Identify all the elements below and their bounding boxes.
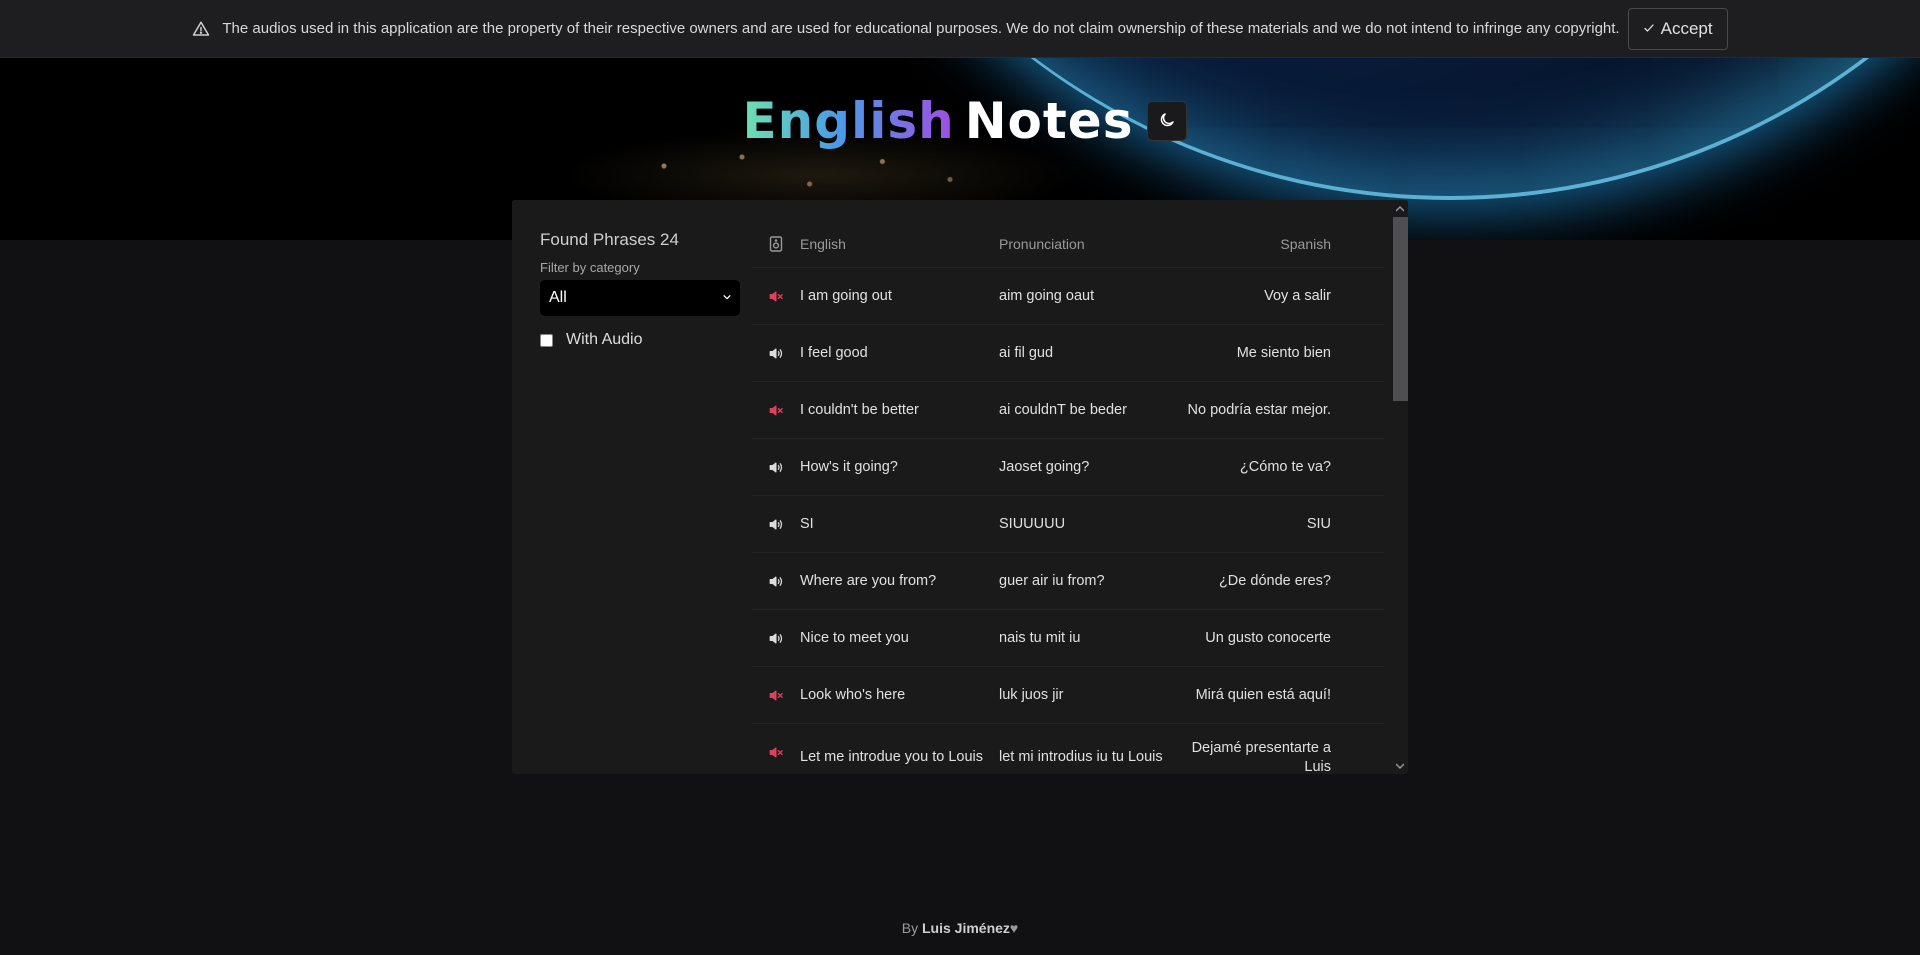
vertical-scrollbar[interactable] [1391, 200, 1408, 774]
cell-english: Nice to meet you [800, 630, 909, 646]
scroll-down-arrow[interactable] [1391, 757, 1408, 774]
category-select[interactable]: All [540, 280, 740, 316]
filter-label: Filter by category [540, 260, 640, 275]
table-row: I couldn't be better ai couldnT be beder… [752, 382, 1384, 439]
cell-pronunciation: ai couldnT be beder [999, 402, 1127, 418]
found-phrases-count: Found Phrases 24 [540, 230, 679, 249]
audio-muted-icon[interactable] [752, 689, 800, 702]
audio-muted-icon[interactable] [752, 404, 800, 417]
banner-message: The audios used in this application are … [222, 20, 1620, 37]
phrases-table: English Pronunciation Spanish I am going… [752, 220, 1384, 774]
accept-label: Accept [1660, 18, 1713, 38]
cell-pronunciation: Jaoset going? [999, 459, 1090, 475]
header-spanish: Spanish [1280, 235, 1331, 252]
scroll-up-arrow[interactable] [1391, 200, 1408, 217]
filter-sidebar: Found Phrases 24 Filter by category All … [540, 230, 742, 349]
table-row: Let me introdue you to Louis let mi intr… [752, 724, 1384, 774]
cell-english: I feel good [800, 345, 868, 361]
cell-spanish: Me siento bien [1236, 345, 1331, 361]
cell-spanish: Dejamé presentarte a Luis [1191, 739, 1331, 775]
table-row: I am going out aim going oaut Voy a sali… [752, 268, 1384, 325]
category-select-value: All [549, 289, 567, 306]
audio-play-icon[interactable] [752, 347, 800, 360]
header-english: English [800, 235, 846, 252]
table-row: Where are you from? guer air iu from? ¿D… [752, 553, 1384, 610]
cell-english: Look who's here [800, 687, 906, 703]
title-notes: Notes [964, 92, 1134, 150]
cell-english: I am going out [800, 288, 892, 304]
table-row: How's it going? Jaoset going? ¿Cómo te v… [752, 439, 1384, 496]
cell-pronunciation: guer air iu from? [999, 573, 1105, 589]
warning-triangle-icon [192, 20, 210, 38]
audio-muted-icon[interactable] [752, 290, 800, 303]
cell-spanish: Mirá quien está aquí! [1195, 687, 1331, 703]
table-row: Nice to meet you nais tu mit iu Un gusto… [752, 610, 1384, 667]
table-row: I feel good ai fil gud Me siento bien [752, 325, 1384, 382]
cell-pronunciation: nais tu mit iu [999, 630, 1081, 646]
cell-english: How's it going? [800, 459, 898, 475]
footer: By Luis Jiménez♥ [0, 920, 1920, 936]
check-icon [1643, 19, 1655, 39]
cell-spanish: ¿Cómo te va? [1239, 459, 1331, 475]
cell-spanish: Voy a salir [1264, 288, 1331, 304]
chevron-down-icon [722, 289, 732, 307]
cell-english: Where are you from? [800, 573, 937, 589]
cell-english: Let me introdue you to Louis [800, 749, 983, 765]
theme-toggle-button[interactable] [1147, 101, 1188, 141]
cell-english: SI [800, 516, 814, 532]
cell-spanish: SIU [1306, 516, 1331, 532]
cell-pronunciation: luk juos jir [999, 687, 1064, 703]
cookie-banner: The audios used in this application are … [0, 0, 1920, 58]
audio-play-icon[interactable] [752, 575, 800, 588]
accept-button[interactable]: Accept [1627, 7, 1728, 50]
page-title: English Notes [743, 92, 1134, 150]
cell-english: I couldn't be better [800, 402, 919, 418]
with-audio-label: With Audio [566, 331, 643, 348]
phrases-card: Found Phrases 24 Filter by category All … [512, 200, 1408, 774]
header-pronunciation: Pronunciation [999, 235, 1085, 252]
header: English Notes [0, 92, 1920, 150]
with-audio-checkbox[interactable] [540, 333, 553, 347]
moon-icon [1158, 111, 1176, 132]
audio-play-icon[interactable] [752, 632, 800, 645]
cell-spanish: Un gusto conocerte [1205, 630, 1331, 646]
with-audio-filter[interactable]: With Audio [540, 331, 742, 349]
footer-prefix: By [901, 920, 919, 936]
scrollbar-thumb[interactable] [1393, 217, 1408, 401]
table-header: English Pronunciation Spanish [752, 220, 1384, 268]
audio-muted-icon[interactable] [752, 746, 800, 759]
audio-play-icon[interactable] [752, 461, 800, 474]
audio-file-icon [752, 235, 800, 252]
table-row: Look who's here luk juos jir Mirá quien … [752, 667, 1384, 724]
cell-pronunciation: let mi introdius iu tu Louis [999, 749, 1163, 765]
cell-pronunciation: ai fil gud [999, 345, 1054, 361]
footer-author: Luis Jiménez [922, 920, 1010, 936]
table-body: I am going out aim going oaut Voy a sali… [752, 268, 1384, 774]
cell-pronunciation: SIUUUUU [999, 516, 1066, 532]
heart-icon: ♥ [1009, 920, 1019, 936]
table-row: SI SIUUUUU SIU [752, 496, 1384, 553]
cell-pronunciation: aim going oaut [999, 288, 1095, 304]
title-english: English [742, 92, 955, 150]
audio-play-icon[interactable] [752, 518, 800, 531]
cell-spanish: No podría estar mejor. [1187, 402, 1331, 418]
cell-spanish: ¿De dónde eres? [1218, 573, 1331, 589]
